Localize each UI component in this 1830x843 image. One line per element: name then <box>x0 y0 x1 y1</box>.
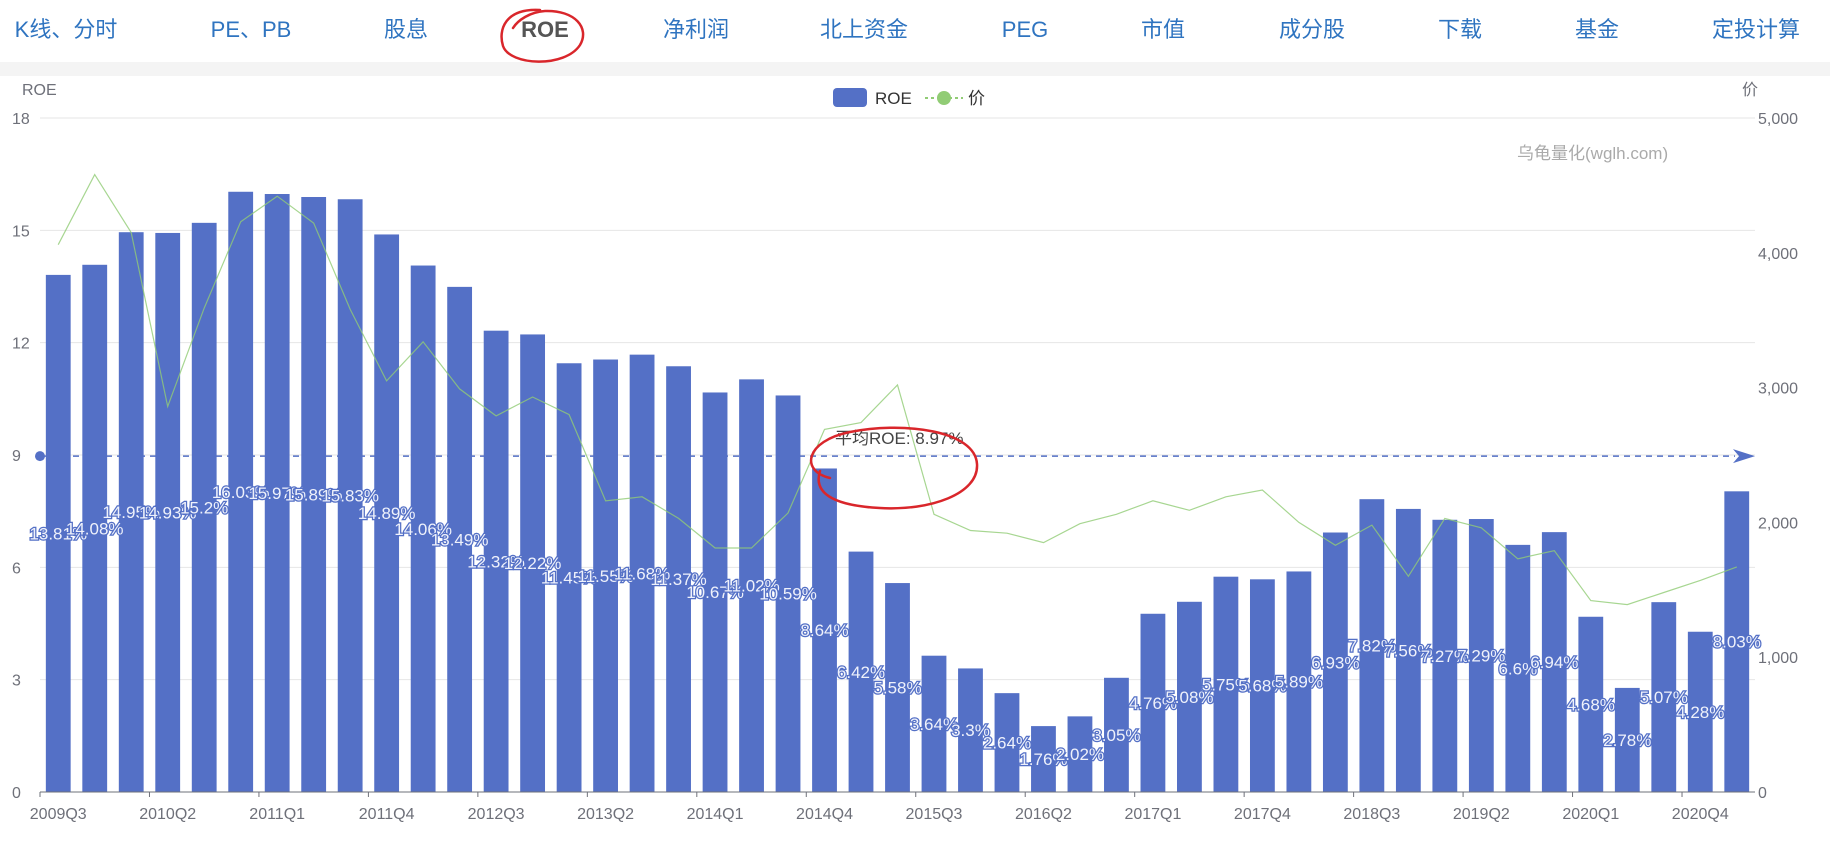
nav-item-10[interactable]: 基金 <box>1575 14 1619 46</box>
nav-item-9[interactable]: 下载 <box>1438 14 1482 46</box>
roe-chart: 0 3 6 9 12 15 18 0 1,000 2,000 3,000 4,000 5,000 ROE 价… <box>12 82 1798 823</box>
x-tick-label: 2014Q4 <box>796 806 853 823</box>
watermark: 乌龟量化(wglh.com) <box>1517 144 1668 163</box>
roe-bar-label-11: 13.49% <box>431 530 489 549</box>
nav-item-7[interactable]: 市值 <box>1141 14 1185 46</box>
x-tick-label: 2010Q2 <box>139 806 196 823</box>
x-tick-label: 2018Q3 <box>1343 806 1400 823</box>
legend-price-marker <box>937 91 951 105</box>
x-tick-label: 2015Q3 <box>906 806 963 823</box>
y-axis-title: ROE <box>22 82 57 99</box>
x-tick-label: 2017Q1 <box>1124 806 1181 823</box>
roe-bar-label-43: 2.78% <box>1603 731 1651 750</box>
y-tick-label: 6 <box>12 560 21 577</box>
nav-item-4[interactable]: 净利润 <box>663 14 729 46</box>
roe-bar-label-45: 4.28% <box>1676 703 1724 722</box>
legend-roe-swatch <box>833 88 867 107</box>
y2-tick-label: 3,000 <box>1758 381 1798 398</box>
roe-bar-label-23: 5.58% <box>873 679 921 698</box>
x-tick-label: 2020Q1 <box>1562 806 1619 823</box>
roe-bar-label-29: 3.05% <box>1092 726 1140 745</box>
y2-tick-label: 0 <box>1758 785 1767 802</box>
y2-axis-title: 价 <box>1742 82 1758 99</box>
x-tick-label: 2016Q2 <box>1015 806 1072 823</box>
x-tick-label: 2011Q1 <box>249 806 305 823</box>
roe-bar-label-41: 6.94% <box>1530 653 1578 672</box>
roe-bar-label-1: 14.08% <box>66 519 124 538</box>
x-tick-label: 2014Q1 <box>687 806 744 823</box>
x-tick-label: 2017Q4 <box>1234 806 1291 823</box>
x-tick-label: 2020Q4 <box>1672 806 1729 823</box>
roe-bar-label-46: 8.03% <box>1713 633 1761 652</box>
legend-price-label: 价 <box>968 89 985 108</box>
y-tick-label: 12 <box>12 336 30 353</box>
y-tick-label: 3 <box>12 673 21 690</box>
nav-item-8[interactable]: 成分股 <box>1279 14 1345 46</box>
roe-bar-label-35: 6.93% <box>1311 653 1359 672</box>
y-tick-label: 15 <box>12 223 30 240</box>
nav-item-0[interactable]: K线、分时 <box>15 14 118 46</box>
x-tick-label: 2013Q2 <box>577 806 634 823</box>
nav-item-5[interactable]: 北上资金 <box>820 14 908 46</box>
roe-bar-label-20: 10.59% <box>759 585 817 604</box>
x-tick-label: 2019Q2 <box>1453 806 1510 823</box>
y2-tick-label: 2,000 <box>1758 515 1798 532</box>
roe-bar-label-28: 2.02% <box>1056 745 1104 764</box>
nav-item-1[interactable]: PE、PB <box>211 14 292 46</box>
roe-bar-label-8: 15.83% <box>321 487 379 506</box>
nav-item-11[interactable]: 定投计算 <box>1712 14 1800 46</box>
x-tick-label: 2011Q4 <box>359 806 415 823</box>
nav-item-2[interactable]: 股息 <box>384 14 428 46</box>
y2-tick-label: 5,000 <box>1758 111 1798 128</box>
y2-tick-label: 1,000 <box>1758 650 1798 667</box>
y-tick-label: 9 <box>12 448 21 465</box>
top-navigation: K线、分时 PE、PB 股息 ROE 净利润 北上资金 PEG 市值 成分股 下载 基金 定投计算 <box>0 0 1830 62</box>
chart-panel: 0 3 6 9 12 15 18 0 1,000 2,000 3,000 4,000 5,000 ROE 价… <box>0 76 1830 843</box>
y-tick-label: 18 <box>12 111 30 128</box>
x-tick-label: 2009Q3 <box>30 806 87 823</box>
nav-item-3[interactable]: ROE <box>521 14 569 46</box>
y-tick-label: 0 <box>12 785 21 802</box>
nav-item-6[interactable]: PEG <box>1002 14 1048 46</box>
roe-bar-label-21: 8.64% <box>800 621 848 640</box>
roe-bar-label-42: 4.68% <box>1567 695 1615 714</box>
x-tick-label: 2012Q3 <box>468 806 525 823</box>
legend-roe-label: ROE <box>875 89 912 108</box>
roe-bar-label-34: 5.89% <box>1275 673 1323 692</box>
avg-line-arrow <box>1733 449 1755 464</box>
y2-tick-label: 4,000 <box>1758 246 1798 263</box>
